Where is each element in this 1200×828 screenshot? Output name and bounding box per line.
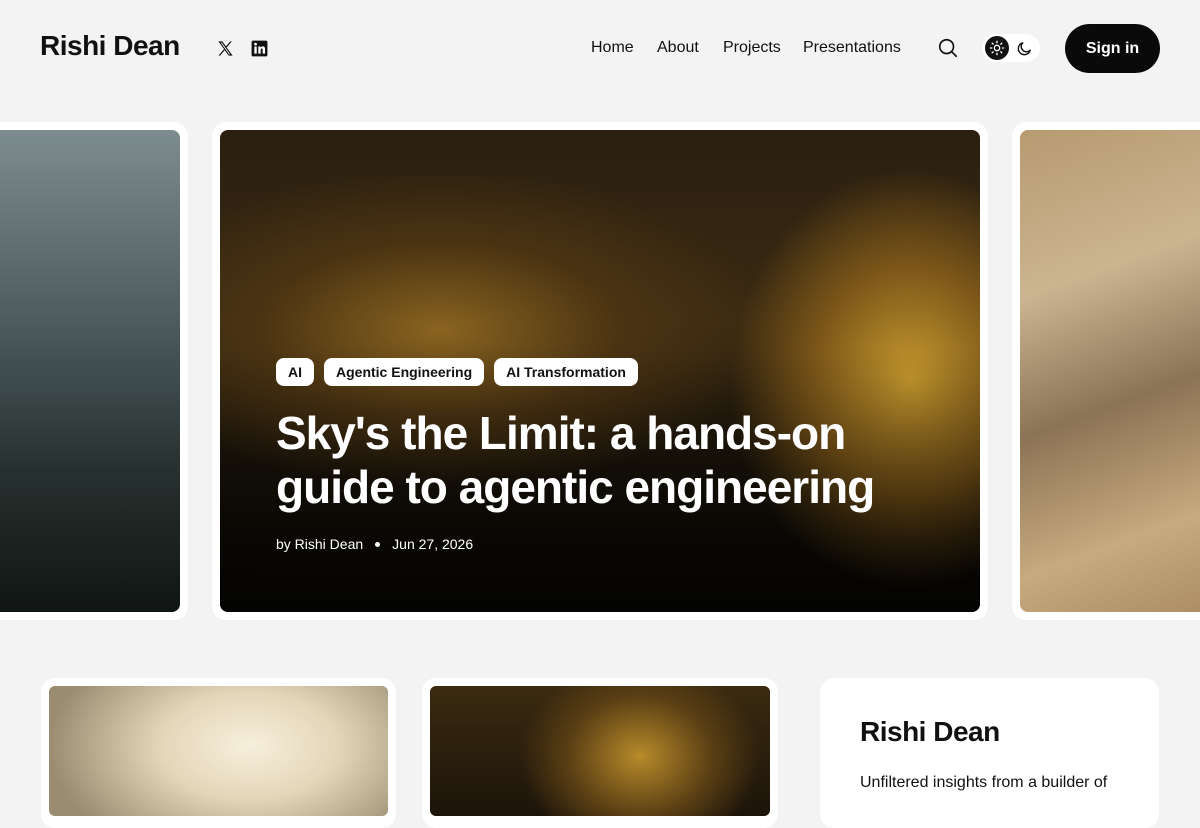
sidebar-description: Unfiltered insights from a builder of [860,774,1108,791]
nav-presentations[interactable]: Presentations [803,38,901,58]
nav-home[interactable]: Home [591,38,634,58]
author-sidebar-card: Rishi Dean Unfiltered insights from a bu… [820,678,1159,828]
sun-icon[interactable] [985,36,1009,60]
carousel-prev-card[interactable] [0,130,180,612]
carousel-next-card[interactable] [1020,130,1200,612]
post-thumbnail[interactable] [49,686,388,816]
search-icon[interactable] [936,36,960,60]
sidebar-title: Rishi Dean [860,716,1000,747]
tag-list: AI Agentic Engineering AI Transformation [276,358,638,386]
featured-post-title[interactable]: Sky's the Limit: a hands-on guide to age… [276,406,916,514]
moon-icon[interactable] [1014,38,1034,58]
post-author[interactable]: by Rishi Dean [276,536,363,552]
nav-about[interactable]: About [657,38,699,58]
post-thumbnail[interactable] [430,686,770,816]
theme-toggle[interactable] [982,34,1040,62]
sign-in-button[interactable]: Sign in [1065,24,1160,73]
site-header: Rishi Dean Home About Projects Presentat… [0,0,1200,96]
tag-chip[interactable]: AI [276,358,314,386]
featured-post-card[interactable]: AI Agentic Engineering AI Transformation… [220,130,980,612]
tag-chip[interactable]: Agentic Engineering [324,358,485,386]
site-title[interactable]: Rishi Dean [40,30,180,62]
tag-chip[interactable]: AI Transformation [494,358,638,386]
x-logo-icon[interactable] [215,38,235,58]
linkedin-icon[interactable] [249,38,269,58]
post-meta: by Rishi Dean Jun 27, 2026 [276,536,473,552]
nav-projects[interactable]: Projects [723,38,781,58]
post-date: Jun 27, 2026 [392,536,474,552]
meta-separator [375,541,381,547]
